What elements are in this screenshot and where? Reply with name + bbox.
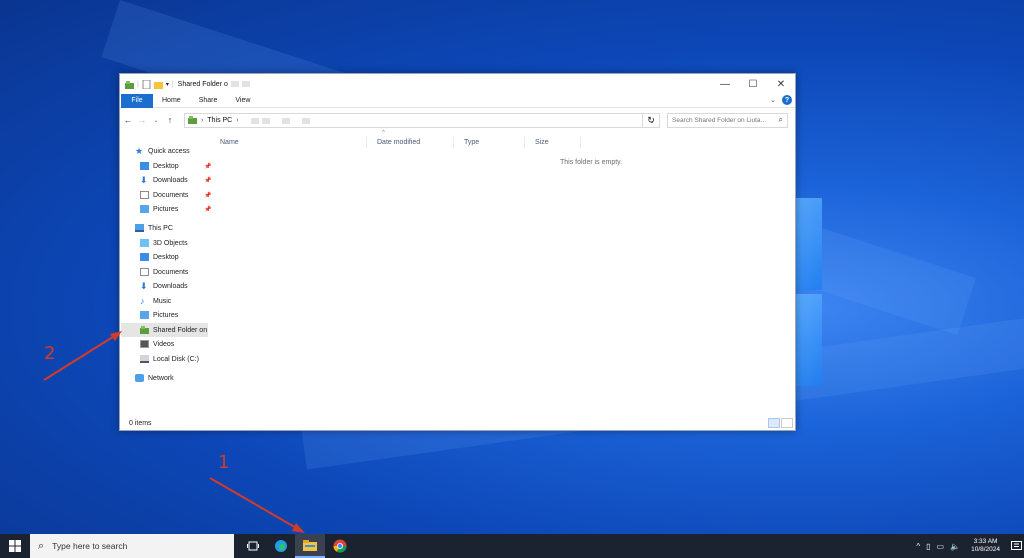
- network-status-icon[interactable]: ▭: [937, 542, 945, 551]
- clock-date: 10/8/2024: [971, 546, 1000, 553]
- file-explorer-taskbar-icon[interactable]: [295, 534, 325, 558]
- taskbar: ⌕ Type here to search ^ ▯ ▭ 🔈 3:33 AM 10…: [0, 534, 1024, 558]
- search-icon: ⌕: [38, 539, 45, 552]
- taskbar-search-placeholder: Type here to search: [52, 541, 128, 551]
- show-hidden-icons-icon[interactable]: ^: [916, 542, 920, 551]
- annotation-step-2: 2: [44, 343, 56, 364]
- start-button[interactable]: [0, 534, 30, 558]
- system-tray: ^ ▯ ▭ 🔈 3:33 AM 10/8/2024: [913, 534, 1024, 558]
- clock[interactable]: 3:33 AM 10/8/2024: [971, 538, 1000, 554]
- usb-device-icon[interactable]: ▯: [926, 542, 930, 551]
- windows-logo-icon: [9, 540, 21, 552]
- task-view-icon[interactable]: [238, 534, 268, 558]
- annotation-step-1: 1: [218, 452, 230, 473]
- volume-icon[interactable]: 🔈: [950, 542, 960, 551]
- edge-browser-icon[interactable]: [266, 534, 296, 558]
- taskbar-search-input[interactable]: ⌕ Type here to search: [30, 534, 234, 558]
- clock-time: 3:33 AM: [973, 538, 998, 545]
- annotation-arrows: [43, 331, 305, 533]
- notification-icon[interactable]: [1008, 534, 1024, 558]
- chrome-browser-icon[interactable]: [325, 534, 355, 558]
